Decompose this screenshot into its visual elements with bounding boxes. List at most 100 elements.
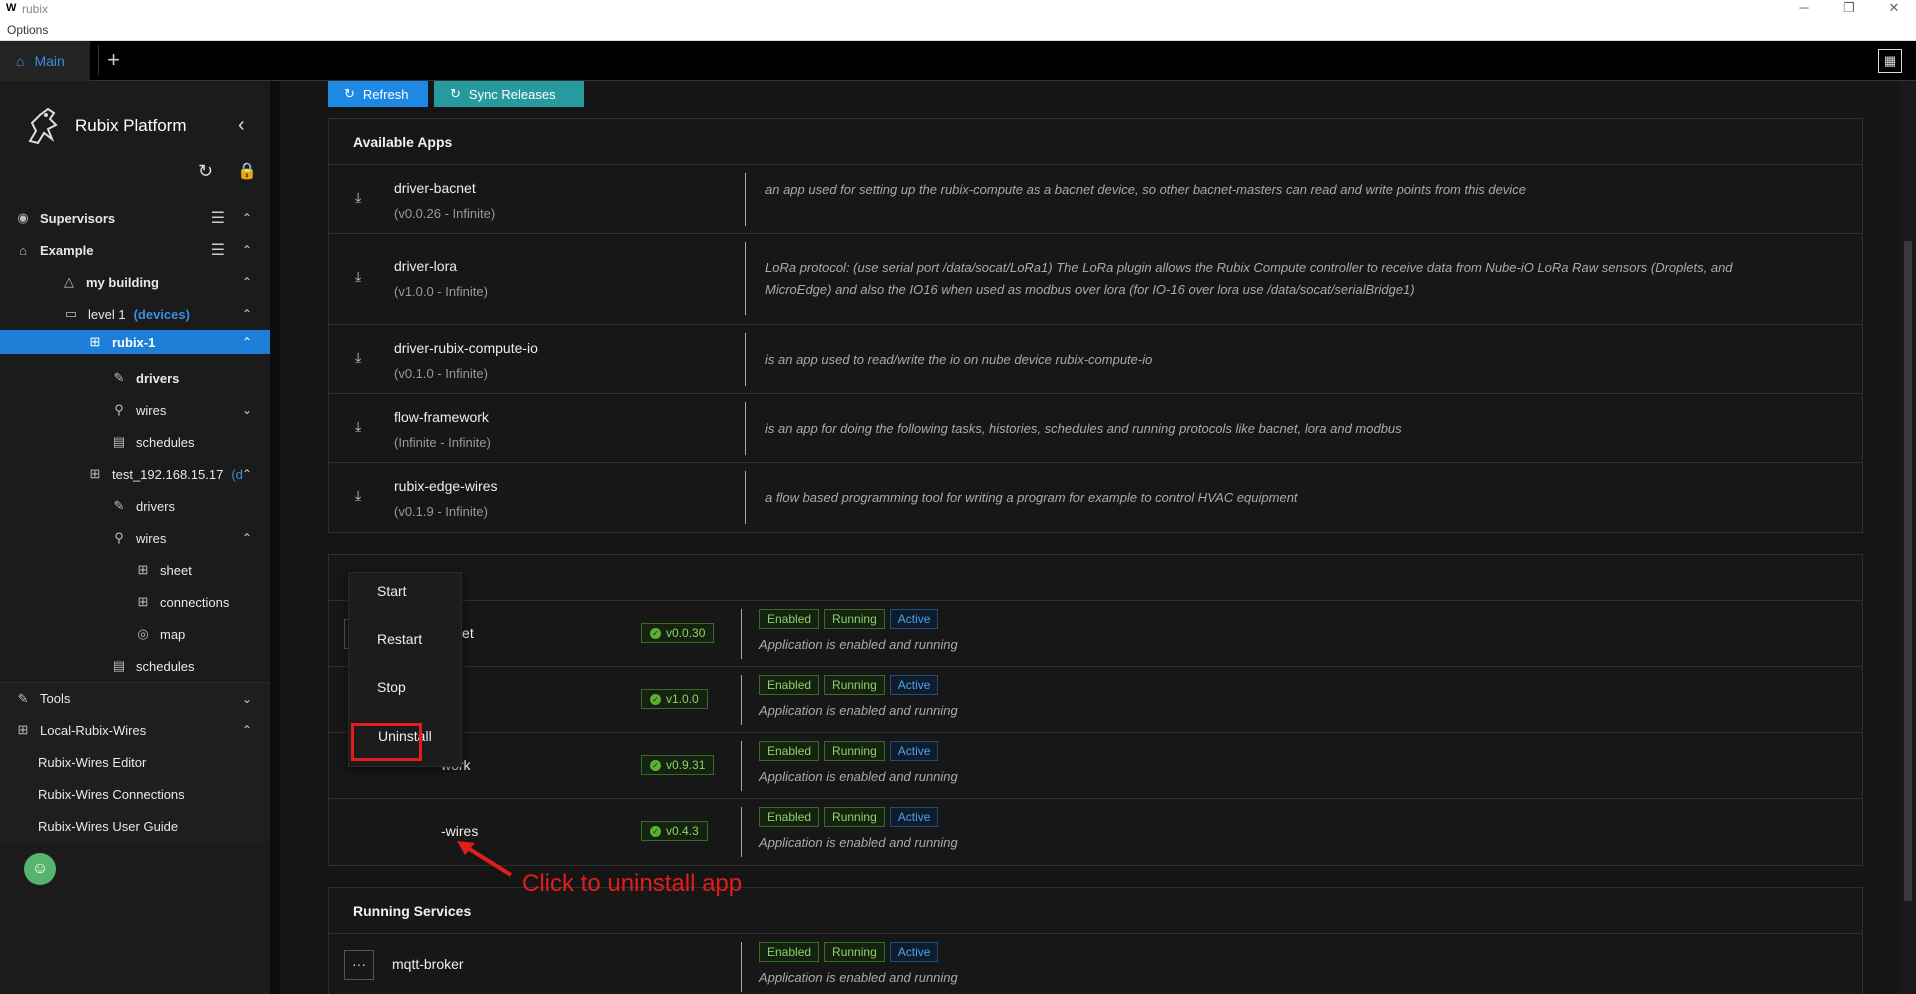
sidebar: Rubix Platform ‹ ↻ 🔒 ◉ Supervisors ☰ ⌃ ⌂… (0, 81, 270, 994)
sidebar-item-wires-2[interactable]: ⚲ wires ⌃ (0, 522, 270, 554)
sidebar-item-rubix1[interactable]: ⊞ rubix-1 ⌃ (0, 330, 270, 354)
sidebar-item-connections[interactable]: ⊞ connections (0, 586, 270, 618)
sidebar-label-wires-2: wires (136, 530, 167, 546)
divider (741, 609, 742, 659)
service-name: mqtt-broker (392, 956, 464, 972)
app-version: (v1.0.0 - Infinite) (394, 284, 488, 299)
status-message: Application is enabled and running (759, 637, 958, 652)
minimize-button[interactable]: ─ (1794, 0, 1814, 15)
add-tab-button[interactable]: + (98, 45, 128, 75)
enabled-badge: Enabled (759, 942, 820, 962)
wrench-icon: ✎ (17, 690, 29, 706)
chevron-up-icon[interactable]: ⌃ (242, 275, 252, 289)
scrollbar-thumb[interactable] (1904, 241, 1912, 901)
sidebar-item-wires-guide[interactable]: Rubix-Wires User Guide (0, 810, 270, 842)
download-icon[interactable]: ⤓ (355, 189, 361, 206)
download-icon[interactable]: ⤓ (355, 487, 361, 504)
layout-grid-icon[interactable]: ▦ (1878, 49, 1902, 73)
wires-icon: ⚲ (114, 530, 124, 545)
network-icon: ⊞ (89, 334, 101, 349)
collapse-sidebar-icon[interactable]: ‹ (238, 114, 245, 137)
network-icon: ⊞ (17, 722, 29, 737)
lock-icon[interactable]: 🔒 (237, 161, 257, 181)
version-badge: ✓ v1.0.0 (641, 689, 708, 709)
sidebar-item-supervisors[interactable]: ◉ Supervisors ☰ ⌃ (0, 202, 270, 234)
sidebar-item-schedules-2[interactable]: ▤ schedules (0, 650, 270, 682)
menu-item-start[interactable]: Start (377, 583, 407, 599)
enabled-badge: Enabled (759, 609, 820, 629)
download-icon[interactable]: ⤓ (355, 349, 361, 366)
sidebar-item-schedules[interactable]: ▤ schedules (0, 426, 270, 458)
divider (745, 333, 746, 386)
maximize-button[interactable]: ❐ (1839, 0, 1859, 16)
chevron-down-icon[interactable]: ⌄ (242, 692, 252, 706)
sidebar-item-drivers-2[interactable]: ✎ drivers (0, 490, 270, 522)
download-icon[interactable]: ⤓ (355, 418, 361, 435)
available-app-row: ⤓ driver-rubix-compute-io (v0.1.0 - Infi… (329, 325, 1862, 394)
main-scrollbar[interactable] (1900, 81, 1916, 994)
network-icon: ⊞ (137, 594, 149, 609)
chevron-up-icon[interactable]: ⌃ (242, 723, 252, 737)
level1-tag: (devices) (133, 306, 190, 322)
menu-item-stop[interactable]: Stop (377, 679, 406, 695)
sidebar-item-wires-connections[interactable]: Rubix-Wires Connections (0, 778, 270, 810)
chevron-down-icon[interactable]: ⌄ (242, 403, 252, 417)
app-version: (v0.1.0 - Infinite) (394, 366, 488, 381)
menu-item-restart[interactable]: Restart (377, 631, 422, 647)
menu-icon[interactable]: ☰ (211, 208, 225, 228)
divider (745, 173, 746, 226)
sync-releases-button[interactable]: ↻ Sync Releases (434, 81, 584, 107)
more-options-button[interactable]: ··· (344, 950, 374, 980)
chevron-up-icon[interactable]: ⌃ (242, 467, 252, 481)
divider (741, 942, 742, 992)
home-icon: ⌂ (19, 242, 27, 258)
sidebar-label-drivers: drivers (136, 370, 180, 386)
app-version: (v0.1.9 - Infinite) (394, 504, 488, 519)
menu-icon[interactable]: ☰ (211, 240, 225, 260)
user-avatar[interactable]: ☺ (24, 853, 56, 885)
check-icon: ✓ (650, 693, 661, 705)
sidebar-item-local-wires[interactable]: ⊞ Local-Rubix-Wires ⌃ (0, 714, 270, 746)
check-icon: ✓ (650, 627, 661, 639)
menu-options[interactable]: Options (7, 23, 48, 37)
chevron-up-icon[interactable]: ⌃ (242, 307, 252, 321)
refresh-icon[interactable]: ↻ (198, 161, 213, 182)
tab-main[interactable]: ⌂ Main (0, 41, 90, 81)
building-icon: △ (64, 274, 74, 289)
chevron-up-icon[interactable]: ⌃ (242, 243, 252, 257)
sidebar-item-drivers[interactable]: ✎ drivers (0, 362, 270, 394)
chevron-up-icon[interactable]: ⌃ (242, 531, 252, 545)
installed-app-name: -wires (441, 823, 479, 839)
sidebar-item-tools[interactable]: ✎ Tools ⌄ (0, 682, 270, 714)
main-content: ↻ Refresh ↻ Sync Releases Available Apps… (280, 81, 1900, 994)
app-name: flow-framework (394, 409, 489, 425)
sidebar-title: Rubix Platform (75, 116, 187, 135)
sidebar-item-sheet[interactable]: ⊞ sheet (0, 554, 270, 586)
download-icon[interactable]: ⤓ (355, 268, 361, 285)
sidebar-divider (270, 81, 280, 994)
sidebar-header: Rubix Platform ‹ ↻ 🔒 (0, 81, 270, 181)
sync-label: Sync Releases (468, 86, 556, 102)
installed-app-row: ✓ v1.0.0 Enabled Running Active Applicati… (329, 667, 1862, 733)
wrench-icon: ✎ (113, 370, 125, 385)
sidebar-item-wires[interactable]: ⚲ wires ⌄ (0, 394, 270, 426)
installed-app-row: -wires ✓ v0.4.3 Enabled Running Active Ap… (329, 799, 1862, 865)
monitor-icon: ▭ (64, 306, 78, 321)
chevron-up-icon[interactable]: ⌃ (242, 211, 252, 225)
refresh-icon: ↻ (344, 86, 355, 101)
annotation-arrow-icon (457, 841, 513, 877)
sidebar-item-wires-editor[interactable]: Rubix-Wires Editor (0, 746, 270, 778)
chevron-up-icon[interactable]: ⌃ (242, 335, 252, 349)
sidebar-item-level1[interactable]: ▭ level 1 (devices) ⌃ (0, 298, 270, 330)
sidebar-item-my-building[interactable]: △ my building ⌃ (0, 266, 270, 298)
refresh-button[interactable]: ↻ Refresh (328, 81, 428, 107)
wrench-icon: ✎ (113, 498, 125, 513)
close-button[interactable]: ✕ (1884, 0, 1904, 16)
status-tags: Enabled Running Active (759, 942, 939, 962)
divider (745, 242, 746, 315)
check-icon: ✓ (650, 759, 661, 771)
app-description: is an app for doing the following tasks,… (765, 421, 1402, 436)
sidebar-item-test-device[interactable]: ⊞ test_192.168.15.17 (d ⌃ (0, 458, 270, 490)
sidebar-item-map[interactable]: ◎ map (0, 618, 270, 650)
sidebar-item-example[interactable]: ⌂ Example ☰ ⌃ (0, 234, 270, 266)
